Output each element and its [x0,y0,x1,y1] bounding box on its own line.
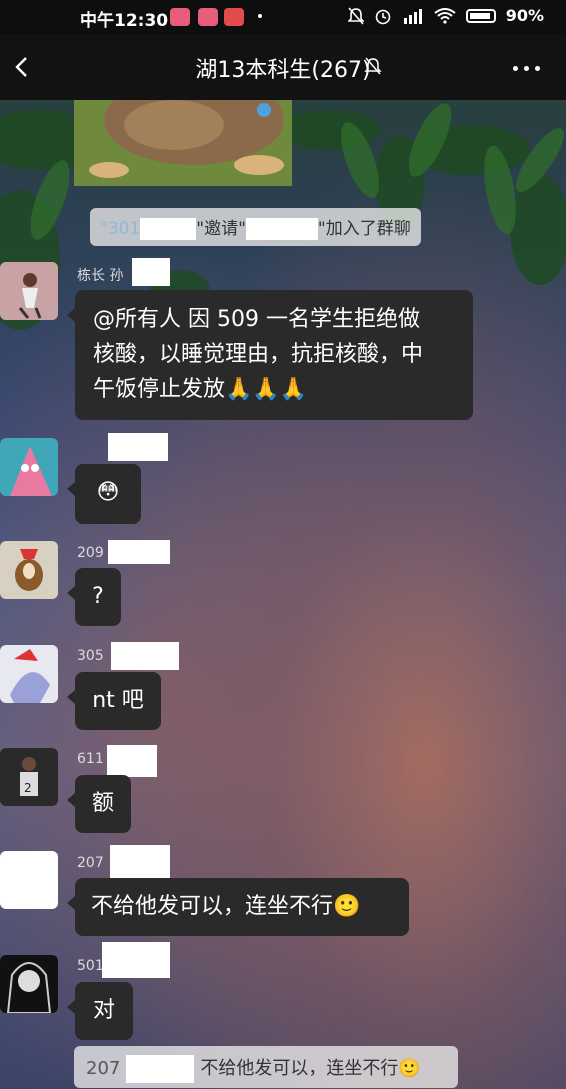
sticker-image[interactable] [74,100,292,186]
message-text: nt 吧 [92,688,144,713]
redacted-name [110,845,170,879]
sysmsg-suffix: "加入了群聊 [317,219,411,239]
system-join-message: "301 "邀请" "加入了群聊 [90,208,421,246]
more-notifications-dot [258,14,262,18]
wifi-icon [434,7,456,24]
alarm-icon [375,9,391,24]
sender-name: 209 [77,545,104,561]
message-line: @所有人 因 509 一名学生拒绝做 [93,307,420,332]
message-text: ? [92,584,104,609]
avatar[interactable] [0,645,58,703]
sysmsg-prefix: "301 [100,219,141,239]
sysmsg-middle: "邀请" [196,219,246,239]
message-bubble[interactable]: ? [67,568,121,626]
message-text: 😳 [96,480,120,505]
avatar[interactable] [0,262,58,320]
avatar[interactable] [0,438,58,496]
redacted-name [108,433,168,461]
message-text: 对 [92,998,115,1023]
status-time: 中午12:30 [80,11,169,31]
message-bubble[interactable]: 😳 [67,464,141,524]
avatar[interactable] [0,541,58,599]
quoted-reply-bar[interactable]: 207 不给他发可以，连坐不行🙂 [74,1046,458,1088]
signal-icon [403,8,422,24]
reply-text: 不给他发可以，连坐不行🙂 [200,1058,421,1079]
redacted-name [107,745,157,777]
message-text: 不给他发可以，连坐不行🙂 [91,894,361,919]
sender-name: 207 [77,855,104,871]
message-bubble[interactable]: 不给他发可以，连坐不行🙂 [67,878,409,936]
avatar[interactable]: 2 [0,748,58,806]
group-title: 湖13本科生(267) [195,58,371,83]
more-dots-icon[interactable] [513,66,540,71]
reply-prefix: 207 [86,1058,121,1079]
redacted-name [245,218,318,240]
message-bubble[interactable]: @所有人 因 509 一名学生拒绝做 核酸，以睡觉理由，抗拒核酸，中 午饭停止发… [67,290,473,420]
sender-name: 栋长 孙 [77,268,124,284]
app-notification-icon [198,8,218,26]
svg-text:2: 2 [24,781,32,795]
redacted-name [111,642,179,670]
battery-percent: 90% [505,6,544,25]
message-bubble[interactable]: 额 [67,775,131,833]
mute-icon [347,6,364,25]
message-text: 额 [91,791,114,816]
redacted-name [108,540,170,564]
status-bar: 中午12:30 90% [0,0,566,34]
chat-header: 湖13本科生(267) [0,34,566,100]
mute-bell-icon [364,57,382,75]
redacted-name [102,942,170,978]
sender-name: 611 [77,751,104,767]
redacted-name [132,258,170,286]
message-bubble[interactable]: 对 [67,982,133,1040]
app-notification-icon [224,8,244,26]
app-notification-icon [170,8,190,26]
sender-name: 305 [77,648,104,664]
sender-name: 501 [77,958,104,974]
avatar[interactable] [0,955,58,1013]
avatar[interactable] [0,851,58,909]
redacted-name [140,218,197,240]
battery-icon [465,8,496,23]
message-line: 核酸，以睡觉理由，抗拒核酸，中 [93,342,424,367]
redacted-name [126,1055,195,1083]
message-bubble[interactable]: nt 吧 [67,672,161,730]
message-line: 午饭停止发放🙏🙏🙏 [93,377,308,402]
